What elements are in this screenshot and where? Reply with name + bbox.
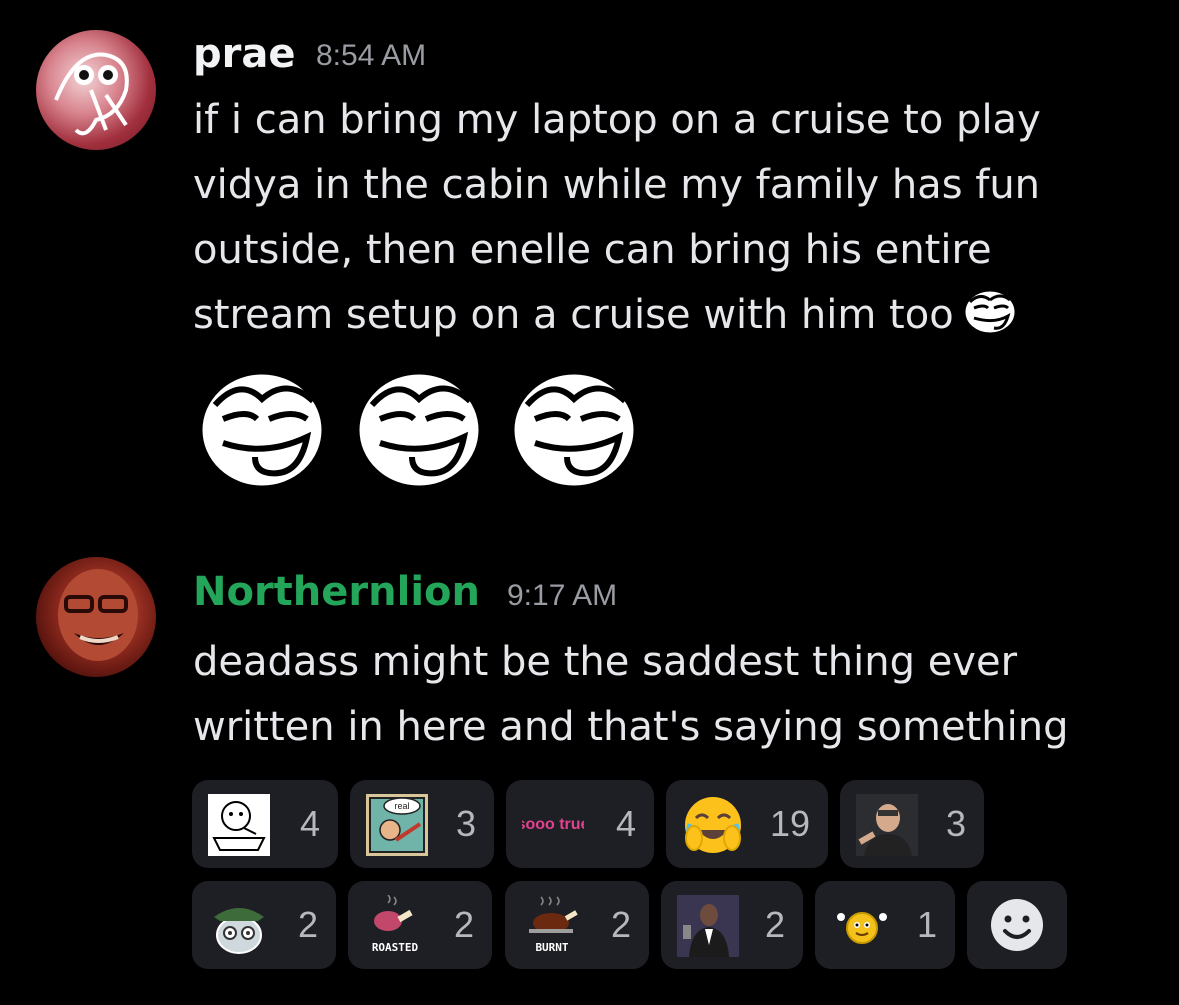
author-name[interactable]: prae xyxy=(193,30,295,78)
message-line: if i can bring my laptop on a cruise to … xyxy=(193,97,1041,143)
smiley-hands-up-emoji xyxy=(837,912,887,944)
crying-laughing-emoji xyxy=(685,797,741,853)
reaction-count: 3 xyxy=(945,803,966,844)
reaction-count: 19 xyxy=(769,803,810,844)
burnt-turkey-emoji: BURNT xyxy=(529,896,578,954)
message-line: stream setup on a cruise with him too xyxy=(193,283,1153,348)
reaction-burnt[interactable]: BURNT 2 xyxy=(505,881,649,969)
message-content: deadass might be the saddest thing ever … xyxy=(193,630,1153,760)
reaction-smiley-hands-up[interactable]: 1 xyxy=(815,881,955,969)
roasted-label: ROASTED xyxy=(372,941,419,954)
reaction-real[interactable]: real 3 xyxy=(350,780,494,868)
avatar[interactable] xyxy=(36,30,156,150)
reaction-cereal-guy[interactable]: 4 xyxy=(192,780,338,868)
troll-face-emoji[interactable] xyxy=(507,365,642,495)
message-line: written in here and that's saying someth… xyxy=(193,704,1069,750)
suit-man-emoji xyxy=(677,895,739,957)
timestamp: 9:17 AM xyxy=(507,579,618,612)
green-hat-cat-emoji xyxy=(214,908,264,954)
reaction-count: 4 xyxy=(299,803,320,844)
reaction-streamer-face[interactable]: 3 xyxy=(840,780,984,868)
reaction-green-hat-cat[interactable]: 2 xyxy=(192,881,336,969)
reaction-count: 4 xyxy=(615,803,636,844)
reaction-roasted[interactable]: ROASTED 2 xyxy=(348,881,492,969)
roasted-ham-emoji: ROASTED xyxy=(372,895,419,954)
reaction-crying-laughing[interactable]: 19 xyxy=(666,780,828,868)
real-comic-emoji: real xyxy=(366,794,428,856)
avatar[interactable] xyxy=(36,557,156,677)
message-line: deadass might be the saddest thing ever xyxy=(193,639,1018,685)
troll-face-emoji[interactable] xyxy=(195,365,330,495)
message-line-text: stream setup on a cruise with him too xyxy=(193,292,954,338)
sooo-true-label: sooo true xyxy=(522,816,584,833)
reaction-count: 3 xyxy=(455,803,476,844)
reaction-sooo-true[interactable]: sooo true 4 xyxy=(506,780,654,868)
sooo-true-emoji: sooo true xyxy=(522,816,584,833)
message-line: vidya in the cabin while my family has f… xyxy=(193,162,1041,208)
troll-face-emoji[interactable] xyxy=(352,365,487,495)
reaction-count: 2 xyxy=(453,904,474,945)
author-name[interactable]: Northernlion xyxy=(193,568,480,616)
timestamp: 8:54 AM xyxy=(316,39,427,72)
burnt-label: BURNT xyxy=(535,941,568,954)
troll-face-emoji[interactable] xyxy=(960,286,1020,338)
message-line: outside, then enelle can bring his entir… xyxy=(193,227,992,273)
streamer-face-emoji xyxy=(856,794,918,856)
message-content: if i can bring my laptop on a cruise to … xyxy=(193,88,1153,348)
reaction-count: 2 xyxy=(610,904,631,945)
add-reaction-button[interactable] xyxy=(967,881,1067,969)
smile-icon xyxy=(991,899,1043,951)
reaction-count: 2 xyxy=(297,904,318,945)
reaction-suit-man[interactable]: 2 xyxy=(661,881,803,969)
real-label: real xyxy=(394,801,409,811)
reaction-count: 1 xyxy=(916,904,937,945)
reaction-count: 2 xyxy=(764,904,785,945)
cereal-guy-emoji xyxy=(208,794,270,856)
